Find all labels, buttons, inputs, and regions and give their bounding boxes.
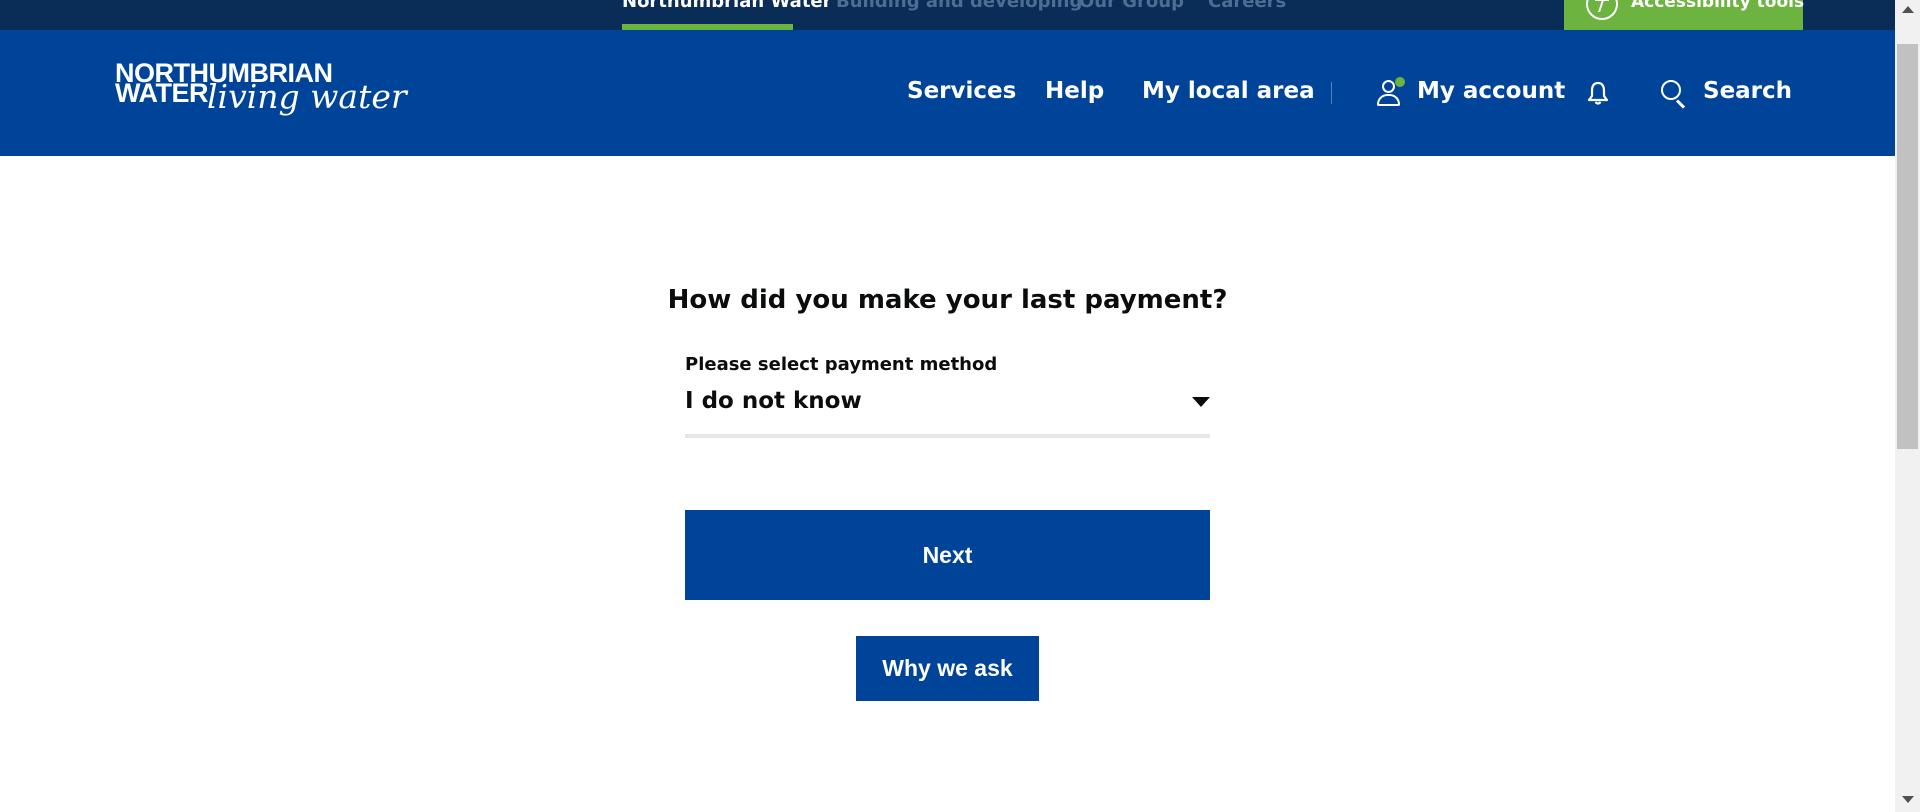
nav-help[interactable]: Help: [1045, 78, 1104, 104]
scrollbar-thumb[interactable]: [1897, 44, 1918, 449]
scroll-down-arrow-icon[interactable]: [1902, 796, 1914, 803]
nav-divider: [1331, 82, 1332, 104]
main-header: NORTHUMBRIAN WATER living water Services…: [0, 30, 1895, 156]
nav-services[interactable]: Services: [907, 78, 1016, 104]
notification-dot: [1395, 77, 1405, 87]
why-we-ask-button[interactable]: Why we ask: [856, 636, 1039, 701]
northumbrian-water-logo[interactable]: NORTHUMBRIAN WATER living water: [115, 60, 407, 130]
logo-line-2: WATER: [115, 78, 209, 108]
search-icon[interactable]: [1661, 80, 1687, 109]
payment-method-select[interactable]: I do not know: [685, 380, 1210, 438]
payment-method-label: Please select payment method: [685, 354, 998, 375]
accessibility-icon: [1586, 0, 1618, 20]
accessibility-tools-button[interactable]: Accessibility tools: [1564, 0, 1805, 30]
chevron-down-icon: [1192, 397, 1210, 407]
nav-my-local-area[interactable]: My local area: [1142, 78, 1315, 104]
top-link-building-developing[interactable]: Building and developing: [836, 0, 1082, 12]
scroll-up-arrow-icon[interactable]: [1902, 6, 1914, 13]
page-question: How did you make your last payment?: [667, 285, 1228, 315]
my-account-link[interactable]: My account: [1417, 78, 1565, 104]
top-link-northumbrian-water[interactable]: Northumbrian Water: [622, 0, 832, 12]
logo-tagline: living water: [207, 77, 407, 116]
top-link-careers[interactable]: Careers: [1208, 0, 1286, 12]
top-link-our-group[interactable]: Our Group: [1079, 0, 1184, 12]
page-scrollbar[interactable]: [1895, 0, 1920, 812]
user-icon[interactable]: [1376, 77, 1405, 107]
top-utility-bar: Northumbrian Water Building and developi…: [0, 0, 1895, 30]
next-button[interactable]: Next: [685, 510, 1210, 600]
search-link[interactable]: Search: [1703, 78, 1792, 104]
accessibility-tools-label: Accessibility tools: [1631, 0, 1805, 12]
bell-icon[interactable]: [1587, 81, 1609, 105]
payment-method-value: I do not know: [685, 388, 862, 414]
